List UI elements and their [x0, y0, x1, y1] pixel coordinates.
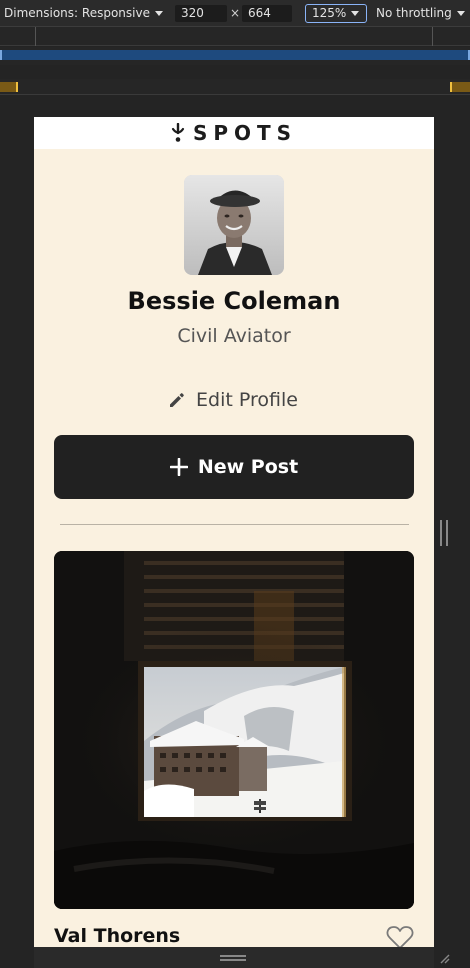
profile-name: Bessie Coleman — [127, 287, 341, 315]
new-post-label: New Post — [197, 456, 299, 478]
logo-icon — [171, 123, 185, 142]
viewport-height-resize-handle[interactable] — [220, 955, 246, 961]
page-viewport: SPOTS Bessie Coleman Civil Aviator Edit … — [34, 117, 434, 947]
times-separator: × — [230, 6, 241, 20]
ruler-divider — [432, 27, 433, 46]
card-image[interactable] — [54, 551, 414, 909]
edit-profile-label: Edit Profile — [196, 389, 298, 411]
throttling-dropdown[interactable]: No throttling — [376, 6, 465, 20]
chevron-down-icon — [456, 11, 465, 16]
height-input[interactable]: 664 — [242, 5, 292, 22]
chevron-down-icon — [351, 11, 360, 16]
profile-description: Civil Aviator — [177, 325, 291, 347]
viewport-width-resize-handle[interactable] — [440, 520, 448, 546]
site-header: SPOTS — [34, 117, 434, 149]
ruler-divider — [35, 27, 36, 46]
resize-corner-icon[interactable] — [438, 952, 450, 964]
section-divider — [60, 524, 409, 525]
media-query-ruler[interactable] — [0, 27, 470, 46]
logo[interactable]: SPOTS — [171, 121, 297, 145]
throttling-label: No throttling — [376, 6, 452, 20]
dimensions-dropdown[interactable]: Dimensions: Responsive — [4, 6, 163, 20]
card-photo — [54, 551, 414, 909]
min-width-ruler[interactable] — [0, 79, 470, 95]
dimensions-label: Dimensions: Responsive — [4, 6, 150, 20]
pencil-icon — [170, 393, 184, 407]
logo-text: SPOTS — [192, 121, 298, 145]
edit-profile-button[interactable]: Edit Profile — [168, 385, 298, 415]
like-heart-icon[interactable] — [386, 925, 414, 947]
devtools-toolbar: Dimensions: Responsive 320 × 664 125% No… — [0, 0, 470, 27]
card-title: Val Thorens — [54, 925, 181, 947]
new-post-button[interactable]: New Post — [54, 435, 414, 499]
width-input[interactable]: 320 — [175, 5, 227, 22]
plus-icon — [169, 458, 188, 476]
min-width-mark — [452, 82, 470, 92]
max-width-bar — [0, 50, 470, 60]
min-width-mark — [0, 82, 16, 92]
min-width-edge — [16, 82, 18, 92]
zoom-label: 125% — [312, 6, 347, 20]
profile-avatar — [184, 175, 284, 275]
zoom-dropdown[interactable]: 125% — [305, 4, 367, 23]
chevron-down-icon — [154, 11, 163, 16]
avatar-photo — [184, 175, 284, 275]
max-width-ruler[interactable] — [0, 47, 470, 65]
